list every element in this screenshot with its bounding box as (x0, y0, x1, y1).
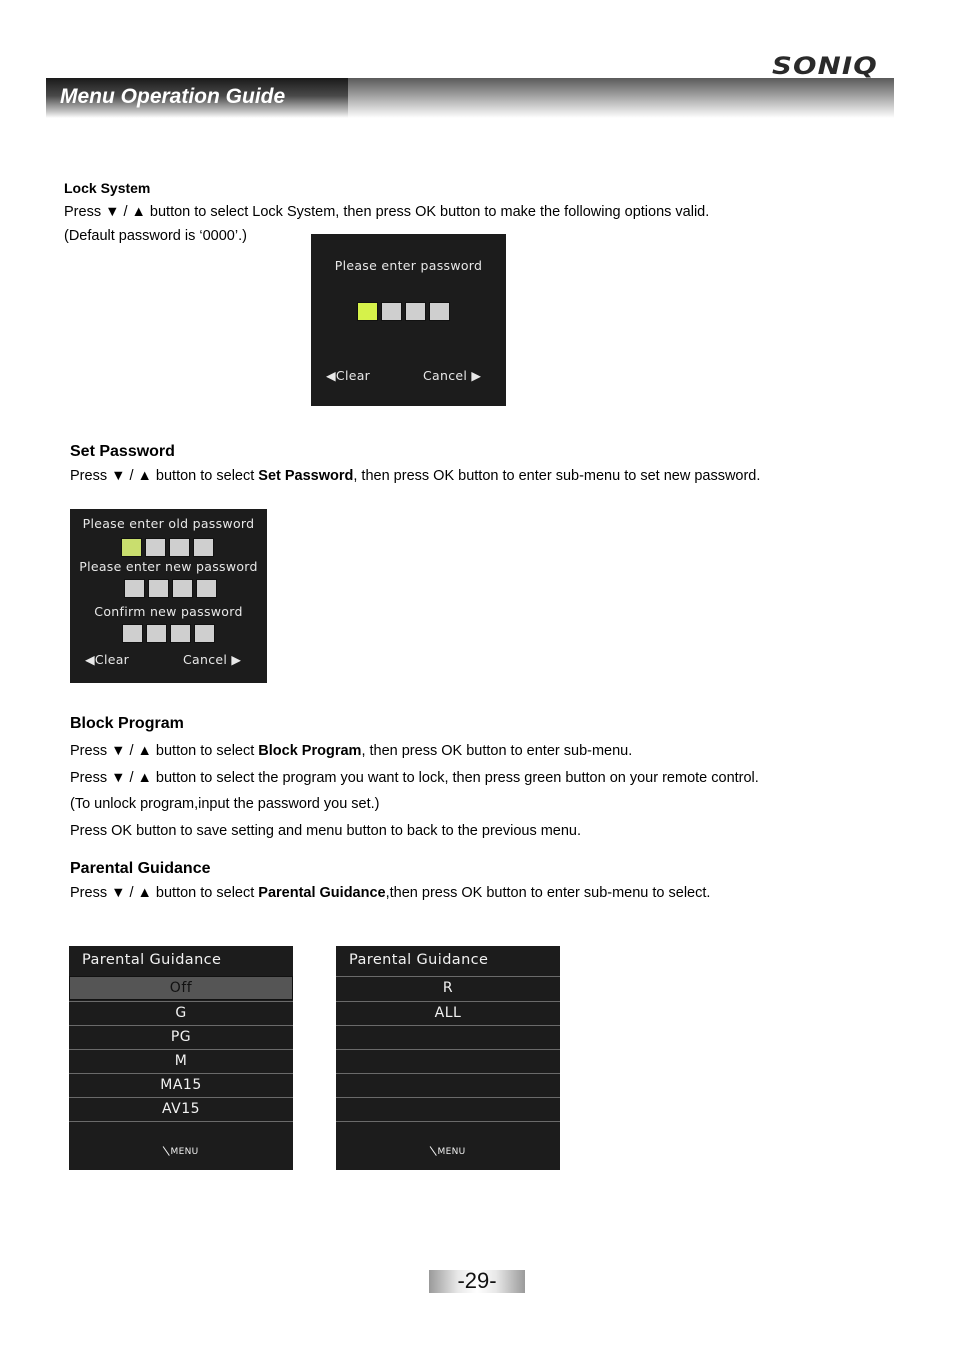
return-icon: | (427, 1144, 438, 1157)
menu-divider (69, 1121, 293, 1122)
menu-back-hint[interactable]: |MENU (336, 1144, 560, 1157)
old-password-digit-1[interactable] (121, 538, 142, 557)
new-password-prompt: Please enter new password (79, 559, 258, 574)
menu-item-m[interactable]: M (69, 1049, 293, 1073)
old-password-digit-2[interactable] (145, 538, 166, 557)
set-password-text: Press ▼ / ▲ button to select Set Passwor… (70, 468, 761, 484)
set-password-heading: Set Password (70, 443, 175, 460)
confirm-password-digits[interactable] (122, 624, 215, 643)
page-title: Menu Operation Guide (60, 85, 286, 108)
soniq-logo: SONIQ (772, 52, 878, 80)
return-icon: | (160, 1144, 171, 1157)
menu-title: Parental Guidance (349, 952, 489, 968)
lock-system-heading: Lock System (64, 180, 151, 196)
clear-button[interactable]: ◀Clear (85, 652, 129, 667)
menu-title: Parental Guidance (82, 952, 222, 968)
password-digits[interactable] (357, 302, 450, 321)
menu-back-hint[interactable]: |MENU (69, 1144, 293, 1157)
block-program-text-4: Press OK button to save setting and menu… (70, 823, 582, 839)
old-password-prompt: Please enter old password (82, 516, 255, 531)
lock-system-text: Press ▼ / ▲ button to select Lock System… (64, 204, 710, 220)
block-program-text-2: Press ▼ / ▲ button to select the program… (70, 770, 759, 786)
clear-button[interactable]: ◀Clear (326, 368, 370, 383)
confirm-password-digit-4[interactable] (194, 624, 215, 643)
confirm-password-digit-3[interactable] (170, 624, 191, 643)
cancel-button[interactable]: Cancel ▶ (183, 652, 241, 667)
menu-item-ma15[interactable]: MA15 (69, 1073, 293, 1097)
password-digit-3[interactable] (405, 302, 426, 321)
new-password-digit-1[interactable] (124, 579, 145, 598)
new-password-digit-2[interactable] (148, 579, 169, 598)
set-password-dialog: Please enter old password Please enter n… (70, 509, 267, 683)
cancel-button[interactable]: Cancel ▶ (423, 368, 481, 383)
menu-item-all[interactable]: ALL (336, 1001, 560, 1025)
confirm-password-digit-1[interactable] (122, 624, 143, 643)
lock-password-dialog: Please enter password ◀Clear Cancel ▶ (311, 234, 506, 406)
menu-item-av15[interactable]: AV15 (69, 1097, 293, 1121)
parental-guidance-heading: Parental Guidance (70, 860, 211, 877)
old-password-digits[interactable] (121, 538, 214, 557)
block-program-text-3: (To unlock program,input the password yo… (70, 796, 380, 812)
password-digit-4[interactable] (429, 302, 450, 321)
parental-guidance-menu-page-1: Parental Guidance Off G PG M MA15 AV15 |… (69, 946, 293, 1170)
block-program-heading: Block Program (70, 715, 184, 732)
password-digit-2[interactable] (381, 302, 402, 321)
new-password-digits[interactable] (124, 579, 217, 598)
parental-guidance-text: Press ▼ / ▲ button to select Parental Gu… (70, 885, 711, 901)
menu-item-pg[interactable]: PG (69, 1025, 293, 1049)
menu-item-r[interactable]: R (336, 976, 560, 1000)
confirm-password-digit-2[interactable] (146, 624, 167, 643)
password-prompt: Please enter password (334, 258, 483, 273)
parental-guidance-menu-page-2: Parental Guidance R ALL |MENU (336, 946, 560, 1170)
default-password-note: (Default password is ‘0000’.) (64, 228, 247, 244)
menu-item-empty (336, 1025, 560, 1049)
password-digit-1[interactable] (357, 302, 378, 321)
menu-divider (336, 1121, 560, 1122)
menu-item-empty (336, 1073, 560, 1097)
new-password-digit-3[interactable] (172, 579, 193, 598)
confirm-password-prompt: Confirm new password (94, 604, 243, 619)
menu-item-g[interactable]: G (69, 1001, 293, 1025)
old-password-digit-3[interactable] (169, 538, 190, 557)
new-password-digit-4[interactable] (196, 579, 217, 598)
page-number: -29- (457, 1268, 497, 1293)
menu-item-empty (336, 1097, 560, 1121)
block-program-text-1: Press ▼ / ▲ button to select Block Progr… (70, 743, 633, 759)
old-password-digit-4[interactable] (193, 538, 214, 557)
menu-item-empty (336, 1049, 560, 1073)
menu-item-off[interactable]: Off (69, 976, 293, 1000)
